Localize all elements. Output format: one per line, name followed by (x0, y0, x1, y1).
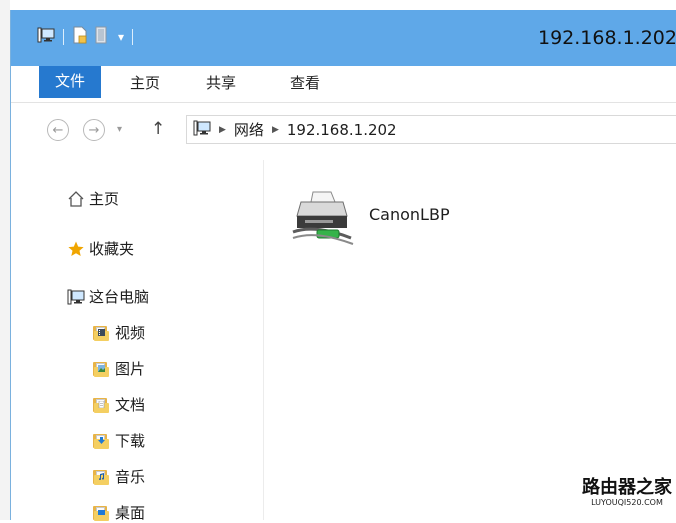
arrow-left-icon: ← (52, 123, 64, 138)
pictures-folder-icon (93, 361, 115, 377)
tab-view[interactable]: 查看 (279, 66, 331, 100)
nav-item-label: 下载 (115, 432, 146, 450)
outer-desktop-strip (0, 0, 10, 520)
ribbon-tabs: 文件 主页 共享 查看 (11, 66, 676, 103)
navigation-bar: ← → ▾ ↑ ▶ 网络 ▶ 192.168.1.202 (11, 110, 676, 150)
tab-file[interactable]: 文件 (39, 66, 101, 98)
nav-item-this-pc[interactable]: 这台电脑 (67, 286, 149, 307)
item-label: CanonLBP (369, 204, 450, 224)
toolbar-separator (63, 29, 64, 45)
title-bar[interactable]: ▾ 192.168.1.202 (11, 10, 676, 66)
address-bar[interactable]: ▶ 网络 ▶ 192.168.1.202 (186, 115, 676, 144)
list-item[interactable]: CanonLBP (291, 186, 450, 254)
nav-item-label: 收藏夹 (89, 240, 135, 258)
computer-icon[interactable] (37, 26, 55, 48)
arrow-up-icon: ↑ (151, 119, 166, 139)
watermark-url: LUYOUQI520.COM (591, 498, 663, 507)
customize-toolbar-dropdown-icon[interactable]: ▾ (118, 30, 124, 44)
tab-share[interactable]: 共享 (195, 66, 247, 100)
breadcrumb-chevron-icon[interactable]: ▶ (219, 125, 226, 135)
toolbar-separator (132, 29, 134, 45)
breadcrumb-host[interactable]: 192.168.1.202 (287, 121, 397, 139)
new-folder-icon[interactable] (94, 26, 110, 48)
network-printer-icon (291, 186, 355, 254)
breadcrumb-network[interactable]: 网络 (234, 119, 264, 140)
downloads-folder-icon (93, 433, 115, 449)
home-icon (67, 190, 89, 208)
nav-item-label: 音乐 (115, 468, 146, 486)
desktop-folder-icon (93, 505, 115, 521)
recent-locations-dropdown[interactable]: ▾ (117, 119, 122, 141)
nav-item-label: 文档 (115, 396, 146, 414)
nav-item-label: 视频 (115, 324, 146, 342)
quick-access-toolbar: ▾ (37, 26, 135, 48)
computer-icon (67, 288, 89, 306)
navigation-pane: 主页 收藏夹 这台电脑 视频 图片 文档 下载 音乐 桌面 (11, 160, 264, 522)
properties-icon[interactable] (72, 26, 88, 48)
nav-item-favorites[interactable]: 收藏夹 (67, 238, 134, 259)
forward-button[interactable]: → (83, 119, 105, 141)
videos-folder-icon (93, 325, 115, 341)
computer-icon (193, 119, 211, 141)
nav-item-music[interactable]: 音乐 (93, 466, 145, 487)
documents-folder-icon (93, 397, 115, 413)
explorer-window: ▾ 192.168.1.202 文件 主页 共享 查看 ← → ▾ ↑ ▶ 网络… (10, 10, 676, 522)
nav-item-label: 主页 (89, 190, 120, 208)
nav-item-label: 图片 (115, 360, 146, 378)
nav-item-documents[interactable]: 文档 (93, 394, 145, 415)
tab-home[interactable]: 主页 (119, 66, 171, 100)
nav-item-videos[interactable]: 视频 (93, 322, 145, 343)
chevron-down-icon: ▾ (117, 124, 123, 135)
window-title: 192.168.1.202 (537, 27, 676, 49)
up-button[interactable]: ↑ (151, 117, 165, 141)
watermark-title: 路由器之家 (582, 477, 672, 498)
content-pane: CanonLBP (264, 160, 676, 520)
back-button[interactable]: ← (47, 119, 69, 141)
star-icon (67, 240, 89, 258)
nav-item-home[interactable]: 主页 (67, 188, 119, 209)
nav-item-pictures[interactable]: 图片 (93, 358, 145, 379)
nav-item-downloads[interactable]: 下载 (93, 430, 145, 451)
arrow-right-icon: → (88, 123, 100, 138)
music-folder-icon (93, 469, 115, 485)
nav-item-label: 这台电脑 (89, 288, 150, 306)
breadcrumb-chevron-icon[interactable]: ▶ (272, 125, 279, 135)
watermark: 路由器之家 LUYOUQI520.COM (578, 478, 676, 508)
